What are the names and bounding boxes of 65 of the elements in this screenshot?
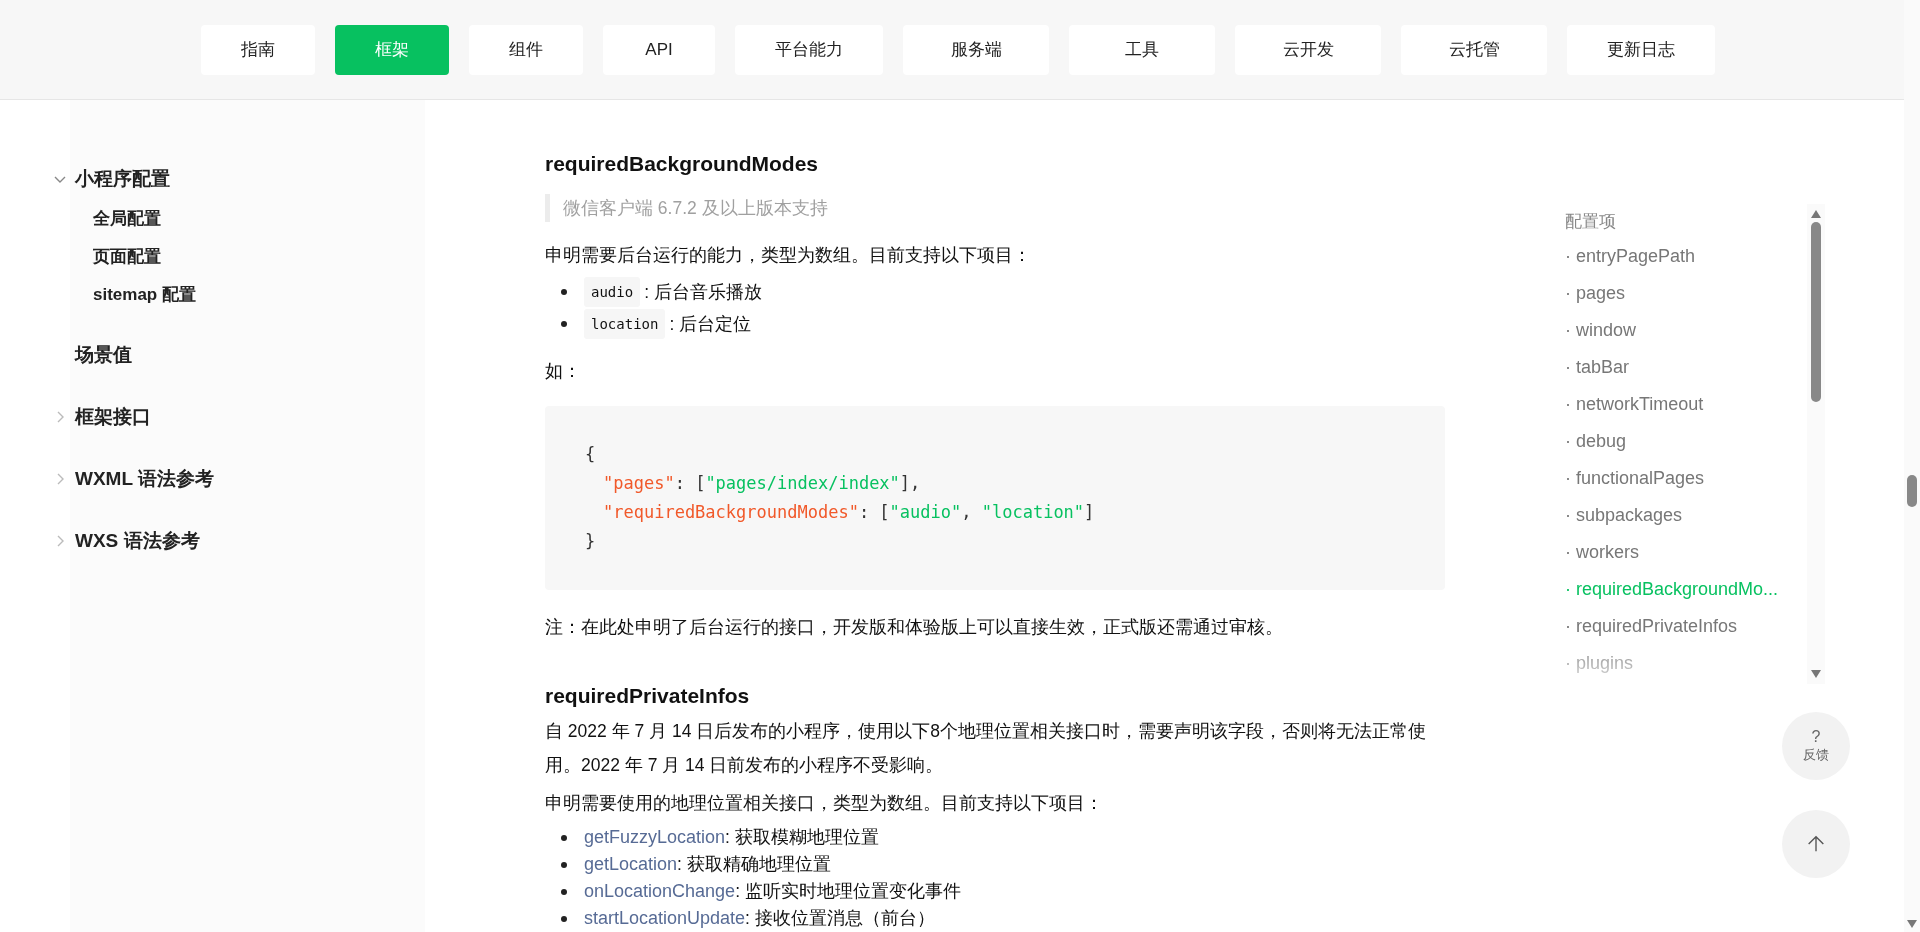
item-description: : 后台定位: [669, 313, 752, 336]
nav-tab[interactable]: 组件: [469, 24, 583, 75]
api-link[interactable]: getFuzzyLocation: [584, 824, 726, 851]
toc-link[interactable]: · functionalPages: [1565, 468, 1795, 488]
inline-code: audio: [584, 277, 641, 307]
nav-tab[interactable]: 指南: [201, 24, 315, 75]
bullet-icon: [561, 321, 567, 327]
sidebar-item[interactable]: WXS 语法参考: [75, 528, 200, 554]
section-heading: requiredPrivateInfos: [545, 684, 751, 708]
sidebar-subitem[interactable]: sitemap 配置: [93, 285, 196, 304]
paragraph: 自 2022 年 7 月 14 日后发布的小程序，使用以下8个地理位置相关接口时，需要声明该字段，否则将无法正常使用。2022 年 7 月 14 日前发布的小程序不受影响。: [545, 720, 1428, 777]
nav-tab[interactable]: 更新日志: [1567, 24, 1715, 75]
api-link[interactable]: startLocationUpdate: [584, 905, 746, 932]
toc-link[interactable]: · window: [1565, 320, 1795, 340]
toc-link[interactable]: · pages: [1565, 283, 1795, 303]
sidebar-item[interactable]: WXML 语法参考: [75, 466, 214, 492]
nav-tab[interactable]: API: [603, 24, 715, 75]
nav-tab[interactable]: 云托管: [1401, 24, 1547, 75]
sidebar-item[interactable]: 场景值: [75, 342, 132, 368]
paragraph: 注：在此处申明了后台运行的接口，开发版和体验版上可以直接生效，正式版还需通过审核。: [545, 616, 1284, 639]
api-link[interactable]: getLocation: [584, 851, 678, 878]
bullet-icon: [561, 834, 567, 841]
section-heading: requiredBackgroundModes: [545, 152, 820, 176]
nav-tab[interactable]: 平台能力: [735, 24, 883, 75]
version-note: 微信客户端 6.7.2 及以上版本支持: [563, 197, 828, 220]
feedback-button[interactable]: ? 反馈: [1782, 712, 1850, 780]
item-description: : 获取精确地理位置: [677, 853, 831, 876]
sidebar-subitem[interactable]: 全局配置: [93, 209, 161, 228]
inline-code: location: [584, 309, 666, 339]
item-description: : 后台音乐播放: [644, 281, 762, 304]
scroll-down-icon[interactable]: [1811, 670, 1821, 678]
code-line: "requiredBackgroundModes": ["audio", "location"]: [602, 501, 1095, 524]
code-line: {: [585, 443, 596, 466]
paragraph: 如：: [545, 360, 582, 383]
paragraph: 申明需要后台运行的能力，类型为数组。目前支持以下项目：: [545, 244, 1032, 267]
toc-title: 配置项: [1565, 211, 1617, 233]
paragraph: 申明需要使用的地理位置相关接口，类型为数组。目前支持以下项目：: [545, 792, 1104, 815]
code-line: "pages": ["pages/index/index"],: [602, 472, 921, 495]
code-line: }: [585, 530, 596, 553]
bullet-icon: [561, 289, 567, 295]
scroll-up-icon[interactable]: [1811, 210, 1821, 218]
toc-link[interactable]: · requiredPrivateInfos: [1565, 616, 1795, 636]
item-description: : 监听实时地理位置变化事件: [735, 880, 961, 903]
scroll-down-icon[interactable]: [1907, 920, 1917, 928]
toc-link[interactable]: · workers: [1565, 542, 1795, 562]
item-description: : 接收位置消息（前台）: [745, 907, 935, 930]
bullet-icon: [561, 888, 567, 895]
api-link[interactable]: onLocationChange: [584, 878, 736, 905]
toc-link[interactable]: · subpackages: [1565, 505, 1795, 525]
scrollbar-thumb[interactable]: [1907, 475, 1917, 507]
nav-tab[interactable]: 云开发: [1235, 24, 1381, 75]
toc-link[interactable]: · debug: [1565, 431, 1795, 451]
sidebar-subitem[interactable]: 页面配置: [93, 247, 161, 266]
bullet-icon: [561, 915, 567, 922]
toc-link[interactable]: · networkTimeout: [1565, 394, 1795, 414]
scrollbar-thumb[interactable]: [1811, 222, 1821, 402]
bullet-icon: [561, 861, 567, 868]
scrollbar[interactable]: [1807, 204, 1825, 684]
toc-link[interactable]: · tabBar: [1565, 357, 1795, 377]
nav-tab[interactable]: 工具: [1069, 24, 1215, 75]
sidebar-item[interactable]: 小程序配置: [75, 166, 170, 192]
item-description: : 获取模糊地理位置: [725, 826, 879, 849]
nav-tab[interactable]: 服务端: [903, 24, 1049, 75]
toc-link[interactable]: · entryPagePath: [1565, 246, 1795, 266]
sidebar-item[interactable]: 框架接口: [75, 404, 151, 430]
